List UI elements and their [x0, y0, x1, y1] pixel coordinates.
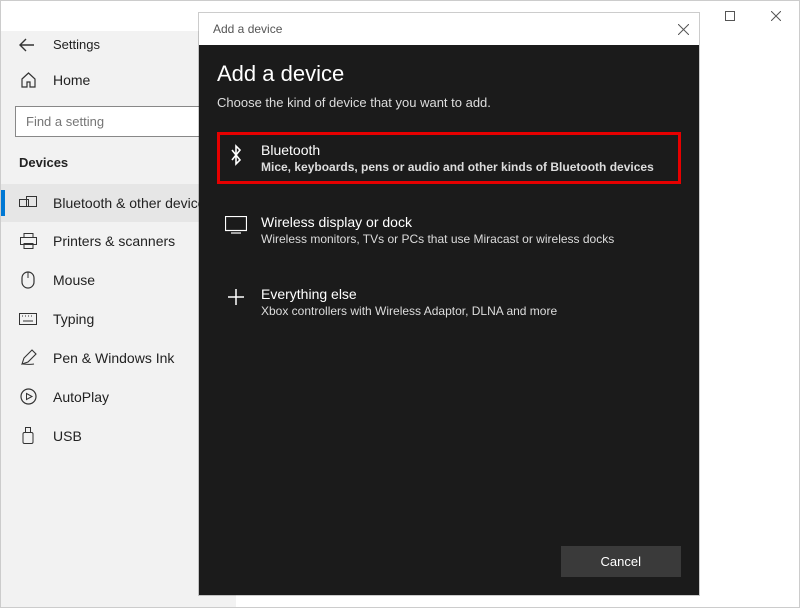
close-button[interactable] [753, 1, 799, 31]
display-icon [225, 214, 247, 234]
dialog-titlebar: Add a device [199, 13, 699, 45]
sidebar-item-label: AutoPlay [53, 389, 109, 405]
device-option-desc: Xbox controllers with Wireless Adaptor, … [261, 304, 557, 318]
sidebar-item-label: Pen & Windows Ink [53, 350, 174, 366]
settings-title: Settings [53, 37, 100, 52]
device-option-desc: Mice, keyboards, pens or audio and other… [261, 160, 654, 174]
cancel-button[interactable]: Cancel [561, 546, 681, 577]
bluetooth-devices-icon [19, 196, 37, 210]
device-option-desc: Wireless monitors, TVs or PCs that use M… [261, 232, 614, 246]
dialog-heading: Add a device [217, 61, 681, 87]
dialog-subtext: Choose the kind of device that you want … [217, 95, 681, 110]
device-option-everything-else[interactable]: Everything else Xbox controllers with Wi… [217, 276, 681, 328]
sidebar-item-label: USB [53, 428, 82, 444]
add-device-dialog: Add a device Add a device Choose the kin… [199, 13, 699, 595]
device-option-bluetooth[interactable]: Bluetooth Mice, keyboards, pens or audio… [217, 132, 681, 184]
maximize-button[interactable] [707, 1, 753, 31]
sidebar-item-label: Printers & scanners [53, 233, 175, 249]
pen-icon [19, 349, 37, 366]
sidebar-item-label: Bluetooth & other devices [53, 195, 213, 211]
keyboard-icon [19, 313, 37, 325]
mouse-icon [19, 271, 37, 289]
back-arrow-icon[interactable] [19, 38, 35, 52]
sidebar-item-label: Mouse [53, 272, 95, 288]
device-option-title: Everything else [261, 286, 557, 302]
plus-icon [225, 286, 247, 306]
dialog-title-text: Add a device [213, 22, 282, 36]
bluetooth-icon [225, 142, 247, 166]
usb-icon [19, 427, 37, 445]
device-option-title: Bluetooth [261, 142, 654, 158]
device-option-wireless-display[interactable]: Wireless display or dock Wireless monito… [217, 204, 681, 256]
dialog-close-button[interactable] [678, 24, 689, 35]
sidebar-item-label: Typing [53, 311, 94, 327]
autoplay-icon [19, 388, 37, 405]
home-icon [19, 72, 37, 88]
home-label: Home [53, 72, 90, 88]
search-input[interactable] [15, 106, 222, 137]
device-option-title: Wireless display or dock [261, 214, 614, 230]
search-box [15, 106, 222, 137]
printer-icon [19, 233, 37, 249]
